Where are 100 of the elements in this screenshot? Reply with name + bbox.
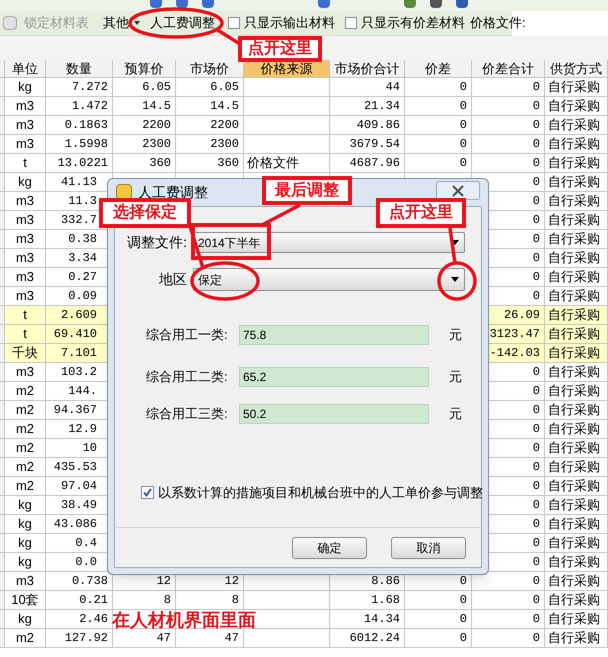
- column-header[interactable]: 市场价: [176, 60, 244, 78]
- table-cell: 0: [472, 154, 545, 173]
- table-cell: 14.34: [330, 610, 405, 629]
- table-cell: 127.92: [46, 629, 113, 648]
- table-cell: 自行采购: [545, 211, 608, 230]
- table-cell: 自行采购: [545, 306, 608, 325]
- table-cell: 自行采购: [545, 135, 608, 154]
- table-cell: 0: [472, 572, 545, 591]
- field-label: 调整文件:: [126, 233, 188, 252]
- table-cell: m2: [5, 477, 46, 496]
- table-cell: 自行采购: [545, 515, 608, 534]
- table-cell: 自行采购: [545, 382, 608, 401]
- table-cell: 0: [472, 78, 545, 97]
- dropdown[interactable]: 2014下半年: [193, 232, 465, 253]
- table-cell: 0.21: [46, 591, 113, 610]
- table-cell: 自行采购: [545, 629, 608, 648]
- table-cell: 0: [472, 97, 545, 116]
- table-cell: 13.0221: [46, 154, 113, 173]
- table-cell: 自行采购: [545, 268, 608, 287]
- column-header[interactable]: 供货方式: [545, 60, 608, 78]
- table-cell: 价格文件: [244, 154, 330, 173]
- column-header[interactable]: 数量: [46, 60, 113, 78]
- input-field[interactable]: 50.2: [239, 404, 429, 424]
- table-cell: 41.13: [46, 173, 113, 192]
- table-cell: kg: [5, 534, 46, 553]
- table-cell: 0: [405, 591, 472, 610]
- table-cell: kg: [5, 515, 46, 534]
- dialog-button[interactable]: 确定: [292, 536, 367, 558]
- table-cell: m3: [5, 211, 46, 230]
- table-cell: 自行采购: [545, 325, 608, 344]
- table-cell: m2: [5, 439, 46, 458]
- table-cell: m3: [5, 97, 46, 116]
- table-cell: 0: [405, 629, 472, 648]
- table-cell: 1.5998: [46, 135, 113, 154]
- table-cell: m2: [5, 401, 46, 420]
- table-cell: kg: [5, 78, 46, 97]
- table-cell: 0: [405, 610, 472, 629]
- table-cell: 2.46: [46, 610, 113, 629]
- table-cell: m3: [5, 363, 46, 382]
- table-cell: 47: [113, 629, 176, 648]
- input-field[interactable]: 65.2: [239, 367, 429, 387]
- table-cell: 千块: [5, 344, 46, 363]
- table-cell: 14.5: [176, 97, 244, 116]
- column-header[interactable]: 价差: [405, 60, 472, 78]
- table-cell: 0: [405, 78, 472, 97]
- table-cell: 自行采购: [545, 230, 608, 249]
- table-cell: 0.738: [46, 572, 113, 591]
- table-cell: m2: [5, 420, 46, 439]
- table-cell: 自行采购: [545, 116, 608, 135]
- column-header[interactable]: 价差合计: [472, 60, 545, 78]
- checkbox-label: 只显示输出材料: [244, 14, 335, 32]
- table-cell: 0: [405, 97, 472, 116]
- table-cell: 自行采购: [545, 458, 608, 477]
- table-cell: 自行采购: [545, 287, 608, 306]
- table-cell: 6.05: [113, 78, 176, 97]
- table-cell: 14.5: [113, 97, 176, 116]
- input-field[interactable]: 75.8: [239, 325, 429, 345]
- table-cell: 10套: [5, 591, 46, 610]
- callout-label: 选择保定: [99, 198, 191, 228]
- table-cell: 2300: [113, 135, 176, 154]
- table-cell: 7.272: [46, 78, 113, 97]
- table-cell: 自行采购: [545, 439, 608, 458]
- table-cell: 360: [113, 154, 176, 173]
- table-cell: m3: [5, 572, 46, 591]
- unit-label: 元: [449, 405, 462, 424]
- table-cell: m3: [5, 249, 46, 268]
- menu-button[interactable]: 其他: [100, 13, 143, 33]
- table-cell: 自行采购: [545, 192, 608, 211]
- dialog-button[interactable]: 取消: [391, 536, 466, 558]
- table-cell: 44: [330, 78, 405, 97]
- callout-label: 点开这里: [238, 36, 322, 62]
- table-cell: m3: [5, 230, 46, 249]
- table-cell: 0.1863: [46, 116, 113, 135]
- table-cell: kg: [5, 553, 46, 572]
- table-cell: 360: [176, 154, 244, 173]
- dropdown[interactable]: 保定: [193, 268, 465, 291]
- column-header[interactable]: 市场价合计: [330, 60, 405, 78]
- table-cell: m3: [5, 192, 46, 211]
- table-cell: 0: [472, 629, 545, 648]
- table-cell: m3: [5, 135, 46, 154]
- table-cell: 0: [472, 135, 545, 154]
- table-cell: m2: [5, 458, 46, 477]
- table-cell: 6012.24: [330, 629, 405, 648]
- table-cell: 自行采购: [545, 420, 608, 439]
- column-header[interactable]: 单位: [5, 60, 46, 78]
- table-cell: 自行采购: [545, 496, 608, 515]
- field-label: 综合用工二类:: [146, 368, 229, 386]
- table-cell: m3: [5, 287, 46, 306]
- table-cell: 自行采购: [545, 78, 608, 97]
- table-cell: 8: [176, 591, 244, 610]
- column-header[interactable]: 预算价: [113, 60, 176, 78]
- table-cell: m2: [5, 629, 46, 648]
- table-cell: 自行采购: [545, 610, 608, 629]
- field-label: 综合用工三类:: [146, 405, 229, 424]
- field-label: 综合用工一类:: [146, 326, 229, 344]
- column-header[interactable]: 价格来源: [244, 60, 330, 78]
- table-cell: 自行采购: [545, 363, 608, 382]
- table-cell: 8: [113, 591, 176, 610]
- table-cell: 0: [405, 116, 472, 135]
- table-cell: 0: [472, 591, 545, 610]
